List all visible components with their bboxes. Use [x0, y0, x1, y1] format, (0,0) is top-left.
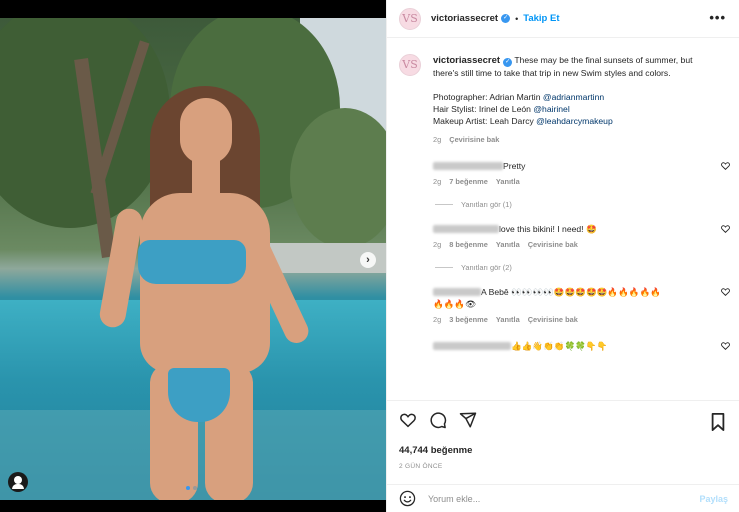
carousel-next-icon[interactable]: › [360, 252, 376, 268]
face [180, 98, 232, 164]
heart-icon[interactable] [721, 342, 730, 350]
credit-line: Makeup Artist: Leah Darcy @leahdarcymake… [433, 116, 613, 126]
comment-icon[interactable] [429, 411, 447, 429]
credit-line: Photographer: Adrian Martin @adrianmarti… [433, 92, 605, 102]
credit-handle[interactable]: @leahdarcymakeup [536, 116, 613, 126]
share-icon[interactable] [459, 411, 477, 429]
comment-text: Pretty [503, 161, 526, 171]
comment: love this bikini! I need! 🤩 2g 8 beğenme Y… [433, 223, 730, 272]
comment: Pretty 2g 7 beğenme Yanıtla Yanıtları gör … [433, 160, 730, 209]
comments-feed[interactable]: VS victoriassecret ✓ These may be the fin… [387, 38, 739, 400]
like-heart-icon[interactable] [399, 411, 417, 429]
credit-line: Hair Stylist: Irinel de León @hairinel [433, 104, 570, 114]
carousel-dot [193, 486, 197, 490]
follow-button[interactable]: Takip Et [523, 13, 559, 24]
translate-link[interactable]: Çevirisine bak [449, 135, 499, 144]
post-timestamp: 2 GÜN ÖNCE [399, 463, 443, 470]
credit-handle[interactable]: @hairinel [533, 104, 569, 114]
reply-button[interactable]: Yanıtla [496, 315, 520, 324]
comment-text: love this bikini! I need! 🤩 [499, 224, 597, 234]
like-count-total[interactable]: 44,744 beğenme [399, 445, 728, 456]
reply-button[interactable]: Yanıtla [496, 177, 520, 186]
comment-text-continued: 🔥🔥🔥👁 [433, 299, 477, 309]
author-username[interactable]: victoriassecret [431, 13, 498, 24]
timestamp: 2g [433, 240, 442, 249]
post-comment-button[interactable]: Paylaş [699, 494, 728, 504]
carousel-dot [186, 486, 190, 490]
verified-badge-icon: ✓ [503, 58, 513, 67]
timestamp: 2g [433, 135, 442, 144]
instagram-post-view: › VS victoriassecret ✓ • Takip Et ••• VS… [0, 0, 739, 512]
heart-icon[interactable] [721, 162, 730, 170]
blurred-username [433, 288, 481, 296]
reply-button[interactable]: Yanıtla [496, 240, 520, 249]
carousel-indicator [186, 486, 197, 490]
comment: 👍👍👋👏👏🍀🍀👇👇 [433, 340, 730, 352]
comment-composer: Paylaş [387, 484, 739, 512]
heart-icon[interactable] [721, 288, 730, 296]
view-replies[interactable]: Yanıtları gör (2) [435, 263, 728, 272]
caption: VS victoriassecret ✓ These may be the fin… [399, 54, 728, 146]
like-count[interactable]: 3 beğenme [449, 315, 488, 324]
like-count[interactable]: 8 beğenme [449, 240, 488, 249]
caption-username[interactable]: victoriassecret [433, 55, 500, 66]
comment-text: 👍👍👋👏👏🍀🍀👇👇 [511, 341, 608, 351]
separator-dot: • [515, 13, 519, 24]
tree-canopy [290, 108, 386, 248]
tagged-users-icon[interactable] [8, 472, 28, 492]
credit-handle[interactable]: @adrianmartinn [543, 92, 604, 102]
timestamp: 2g [433, 315, 442, 324]
avatar[interactable]: VS [399, 54, 421, 76]
emoji-icon[interactable] [399, 490, 416, 507]
post-header: VS victoriassecret ✓ • Takip Et ••• [387, 0, 739, 38]
neck [192, 158, 220, 198]
blurred-username [433, 162, 503, 170]
post-photo[interactable] [0, 18, 386, 500]
like-count[interactable]: 7 beğenme [449, 177, 488, 186]
heart-icon[interactable] [721, 225, 730, 233]
post-actions: 44,744 beğenme 2 GÜN ÖNCE [387, 400, 739, 478]
comment: A Bebê 👀👀👀👀🤩🤩🤩🤩🤩🔥🔥🔥🔥🔥 🔥🔥🔥👁 2g 3 beğenme Yan… [433, 286, 730, 324]
timestamp: 2g [433, 177, 442, 186]
comment-input[interactable] [428, 493, 668, 504]
translate-link[interactable]: Çevirisine bak [528, 240, 578, 249]
blurred-username [433, 225, 499, 233]
caption-meta: 2g Çevirisine bak [433, 134, 713, 146]
translate-link[interactable]: Çevirisine bak [528, 315, 578, 324]
verified-badge-icon: ✓ [501, 14, 511, 23]
avatar[interactable]: VS [399, 7, 421, 30]
bikini-top [138, 240, 246, 284]
blurred-username [433, 342, 511, 350]
bookmark-icon[interactable] [710, 413, 726, 431]
comment-text: A Bebê 👀👀👀👀🤩🤩🤩🤩🤩🔥🔥🔥🔥🔥 [481, 287, 661, 297]
post-side-panel: VS victoriassecret ✓ • Takip Et ••• VS v… [386, 0, 739, 512]
post-media: › [0, 0, 386, 512]
more-options-icon[interactable]: ••• [709, 10, 726, 25]
view-replies[interactable]: Yanıtları gör (1) [435, 200, 728, 209]
